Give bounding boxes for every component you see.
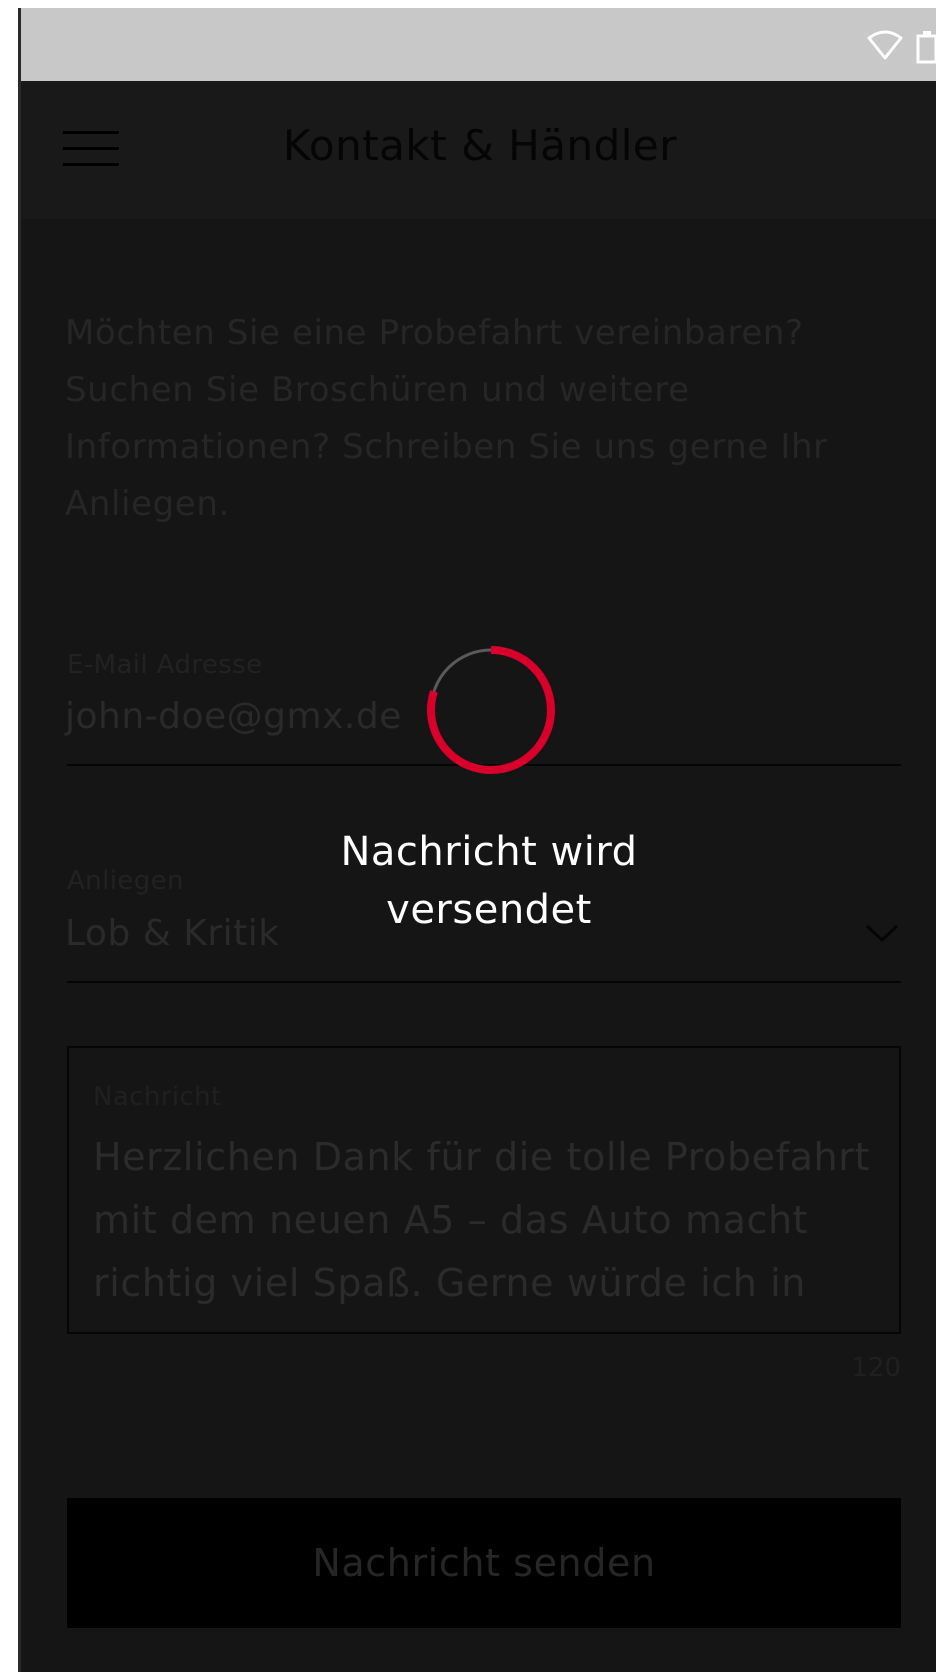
char-counter: 120	[851, 1353, 901, 1383]
loading-message: Nachricht wird versendet	[340, 829, 638, 933]
subject-select[interactable]: Lob & Kritik	[65, 913, 280, 954]
intro-text: Möchten Sie eine Probefahrt vereinbaren?…	[65, 313, 828, 524]
message-field-label: Nachricht	[93, 1082, 222, 1112]
app-screen: Kontakt & Händler Möchten Sie eine Probe…	[18, 8, 936, 1672]
email-underline	[67, 764, 901, 766]
send-message-button[interactable]: Nachricht senden	[67, 1498, 901, 1628]
subject-underline	[67, 981, 901, 983]
status-bar	[21, 8, 936, 81]
battery-icon	[916, 31, 936, 64]
chevron-down-icon[interactable]	[865, 923, 899, 943]
email-field[interactable]: john-doe@gmx.de	[65, 696, 402, 737]
app-bar: Kontakt & Händler	[21, 81, 936, 219]
status-icons	[865, 28, 936, 64]
message-text[interactable]: Herzlichen Dank für die tolle Probefahrt…	[93, 1126, 883, 1315]
message-textarea[interactable]: Nachricht Herzlichen Dank für die tolle …	[67, 1046, 901, 1334]
loading-overlay: Nachricht wird versendet	[21, 8, 936, 1672]
subject-field-label: Anliegen	[67, 866, 184, 896]
loading-spinner-icon	[427, 646, 555, 774]
page-title: Kontakt & Händler	[282, 121, 678, 170]
wifi-icon	[867, 30, 903, 60]
email-field-label: E-Mail Adresse	[67, 650, 263, 680]
